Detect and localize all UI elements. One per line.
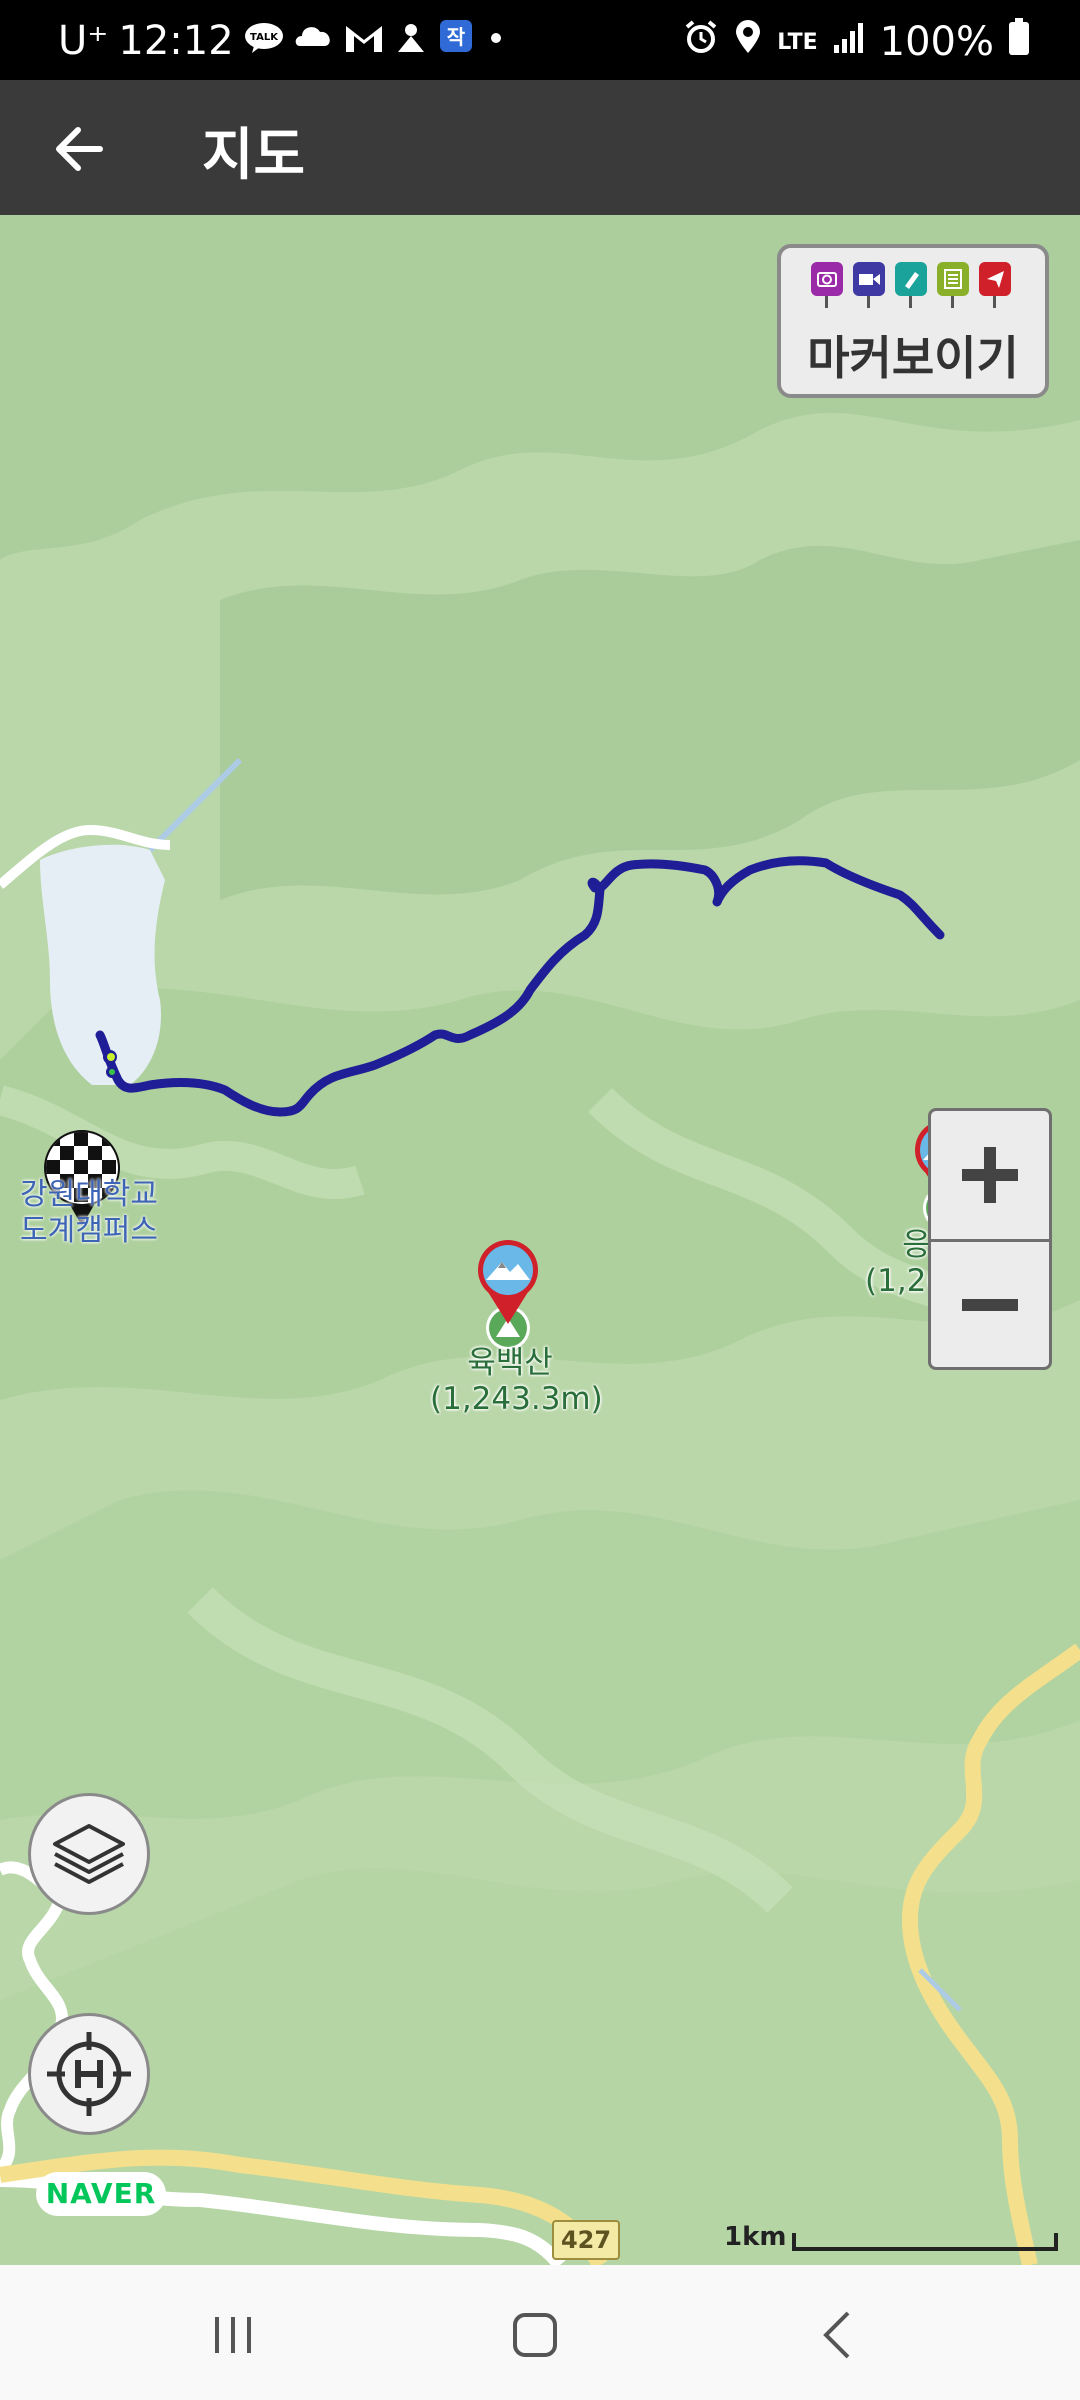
- camera-marker-icon: [811, 262, 843, 308]
- page-title: 지도: [202, 123, 306, 188]
- system-nav-bar: [0, 2265, 1080, 2400]
- map-layers-button[interactable]: [28, 1793, 150, 1915]
- layers-icon: [53, 1824, 125, 1884]
- back-chevron-icon: [823, 2311, 850, 2359]
- start-place-line2: 도계캠퍼스: [20, 1213, 158, 1248]
- alarm-icon: [683, 19, 719, 65]
- show-markers-button[interactable]: 마커보이기: [777, 244, 1049, 398]
- gmail-icon: [344, 18, 384, 64]
- home-button[interactable]: [505, 2305, 565, 2365]
- voice-marker-icon: [895, 262, 927, 308]
- network-type: LTE: [777, 29, 818, 55]
- scale-bar: [792, 2233, 1058, 2251]
- marker-type-icons: [811, 262, 1011, 308]
- app-icon: [394, 18, 428, 64]
- video-marker-icon: [853, 262, 885, 308]
- svg-text:TALK: TALK: [250, 32, 279, 43]
- memo-marker-icon: [937, 262, 969, 308]
- zoom-out-button[interactable]: [931, 1242, 1049, 1367]
- back-button[interactable]: [808, 2305, 868, 2365]
- status-right: LTE 100%: [683, 18, 1030, 66]
- recent-apps-icon: [215, 2317, 251, 2353]
- start-place-line1: 강원대학교: [20, 1177, 158, 1212]
- clock: 12:12: [118, 18, 234, 64]
- carrier-label: U⁺: [58, 18, 109, 64]
- scale-label: 1km: [724, 2222, 787, 2252]
- svg-text:작: 작: [446, 25, 465, 49]
- location-icon: [733, 19, 763, 65]
- show-markers-label: 마커보이기: [807, 331, 1019, 385]
- zoom-control: [928, 1108, 1052, 1370]
- waypoint-marker-icon: [979, 262, 1011, 308]
- peak-label-1: 육백산 (1,243.3m): [430, 1345, 603, 1417]
- back-arrow-icon[interactable]: [48, 117, 112, 181]
- my-location-button[interactable]: [28, 2013, 150, 2135]
- route-number-badge: 427: [552, 2220, 620, 2260]
- plus-icon: [962, 1147, 1018, 1203]
- peak1-elevation: (1,243.3m): [430, 1381, 603, 1417]
- status-bar: U⁺ 12:12 TALK 작 LTE 100%: [0, 0, 1080, 80]
- peak-marker-1[interactable]: [476, 1238, 540, 1358]
- start-place-label: 강원대학교 도계캠퍼스: [20, 1177, 158, 1249]
- cloud-icon: [294, 18, 334, 64]
- battery-percent: 100%: [879, 19, 994, 65]
- status-left: U⁺ 12:12 TALK 작: [58, 18, 508, 64]
- peak1-name: 육백산: [467, 1345, 553, 1381]
- app-bar: 지도: [0, 80, 1080, 215]
- jak-icon: 작: [438, 18, 474, 64]
- talk-icon: TALK: [244, 18, 284, 64]
- signal-icon: [832, 19, 866, 65]
- battery-icon: [1008, 18, 1030, 66]
- naver-logo: NAVER: [36, 2172, 166, 2216]
- dot-icon: [484, 18, 508, 64]
- home-icon: [513, 2313, 557, 2357]
- map-view[interactable]: 강원대학교 도계캠퍼스 육백산 (1,243.3m) 마커보이기 NAVER 4…: [0, 215, 1080, 2265]
- zoom-in-button[interactable]: [931, 1111, 1049, 1242]
- recent-apps-button[interactable]: [203, 2305, 263, 2365]
- crosshair-home-icon: [47, 2032, 131, 2116]
- minus-icon: [962, 1299, 1018, 1311]
